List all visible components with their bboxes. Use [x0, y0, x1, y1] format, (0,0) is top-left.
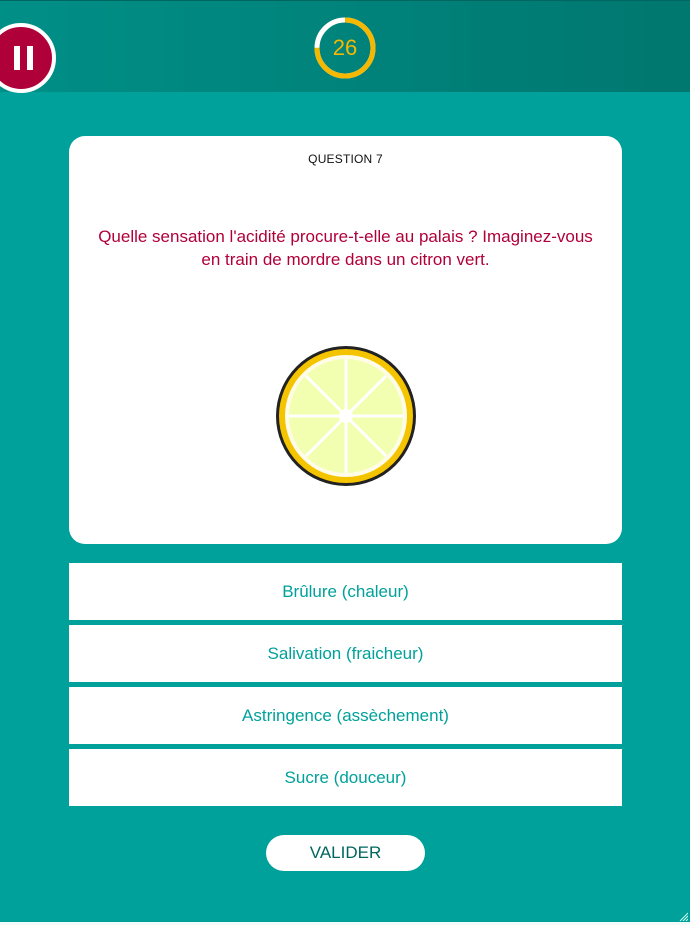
pause-button[interactable] — [0, 23, 56, 93]
question-number: QUESTION 7 — [308, 152, 383, 166]
answer-option-2[interactable]: Salivation (fraicheur) — [69, 625, 622, 682]
validate-button[interactable]: VALIDER — [266, 835, 425, 871]
lime-slice-icon — [276, 346, 416, 486]
answer-option-3[interactable]: Astringence (assèchement) — [69, 687, 622, 744]
answer-option-4[interactable]: Sucre (douceur) — [69, 749, 622, 806]
answer-list: Brûlure (chaleur) Salivation (fraicheur)… — [69, 563, 622, 806]
timer-value: 26 — [332, 35, 358, 60]
question-card: QUESTION 7 Quelle sensation l'acidité pr… — [69, 136, 622, 544]
countdown-timer: 26 — [313, 16, 377, 80]
resize-grip-icon[interactable] — [678, 911, 688, 921]
pause-icon — [13, 46, 33, 70]
question-text: Quelle sensation l'acidité procure-t-ell… — [98, 227, 593, 269]
answer-option-1[interactable]: Brûlure (chaleur) — [69, 563, 622, 620]
top-bar: 26 — [0, 0, 690, 93]
